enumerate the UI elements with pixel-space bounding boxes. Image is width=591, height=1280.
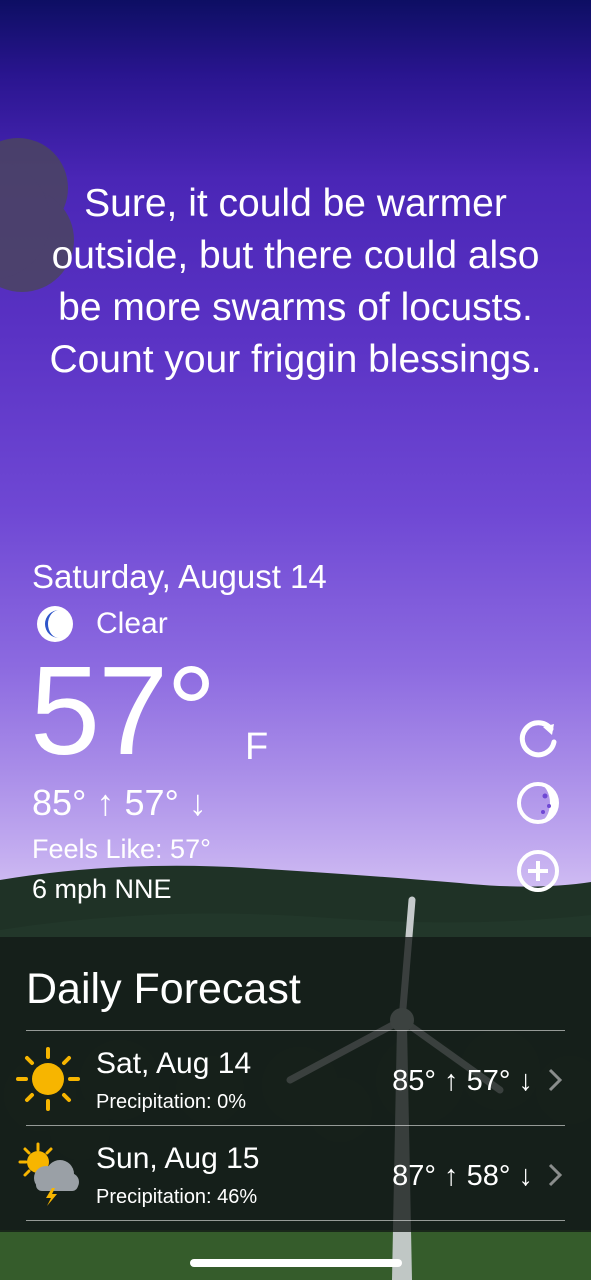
chevron-right-icon	[548, 1163, 563, 1187]
theme-icon[interactable]	[515, 780, 561, 826]
current-temperature: 57°	[30, 640, 217, 781]
forecast-row[interactable]: Sat, Aug 14 Precipitation: 0% 85° ↑ 57° …	[0, 1033, 591, 1127]
divider	[26, 1030, 565, 1031]
forecast-day: Sun, Aug 15	[96, 1142, 260, 1175]
temperature-unit: F	[245, 726, 269, 768]
feels-like: Feels Like: 57°	[32, 834, 211, 864]
divider	[26, 1220, 565, 1221]
moon-icon	[37, 606, 73, 642]
forecast-temps: 85° ↑ 57° ↓	[392, 1065, 533, 1097]
forecast-precipitation: Precipitation: 46%	[96, 1186, 258, 1208]
sun-icon	[16, 1047, 80, 1111]
home-indicator[interactable]	[190, 1259, 402, 1267]
partly-cloudy-storm-icon	[18, 1142, 79, 1206]
forecast-day: Sat, Aug 14	[96, 1047, 252, 1080]
wind-speed: 6 mph NNE	[32, 874, 172, 904]
forecast-precipitation: Precipitation: 0%	[96, 1091, 247, 1113]
current-condition: Clear	[36, 604, 168, 644]
add-location-icon[interactable]	[515, 848, 561, 894]
high-low-temperature: 85° ↑ 57° ↓	[32, 782, 207, 823]
divider	[26, 1125, 565, 1126]
refresh-icon[interactable]	[515, 715, 561, 761]
forecast-title: Daily Forecast	[26, 965, 301, 1013]
daily-forecast-panel: Daily Forecast Sat, Aug 14 Precipitation…	[0, 937, 591, 1232]
chevron-right-icon	[548, 1068, 563, 1092]
forecast-temps: 87° ↑ 58° ↓	[392, 1160, 533, 1192]
condition-label: Clear	[96, 607, 168, 640]
forecast-row[interactable]: Sun, Aug 15 Precipitation: 46% 87° ↑ 58°…	[0, 1128, 591, 1222]
current-date: Saturday, August 14	[32, 558, 327, 595]
weather-quote: Sure, it could be warmer outside, but th…	[49, 182, 542, 381]
